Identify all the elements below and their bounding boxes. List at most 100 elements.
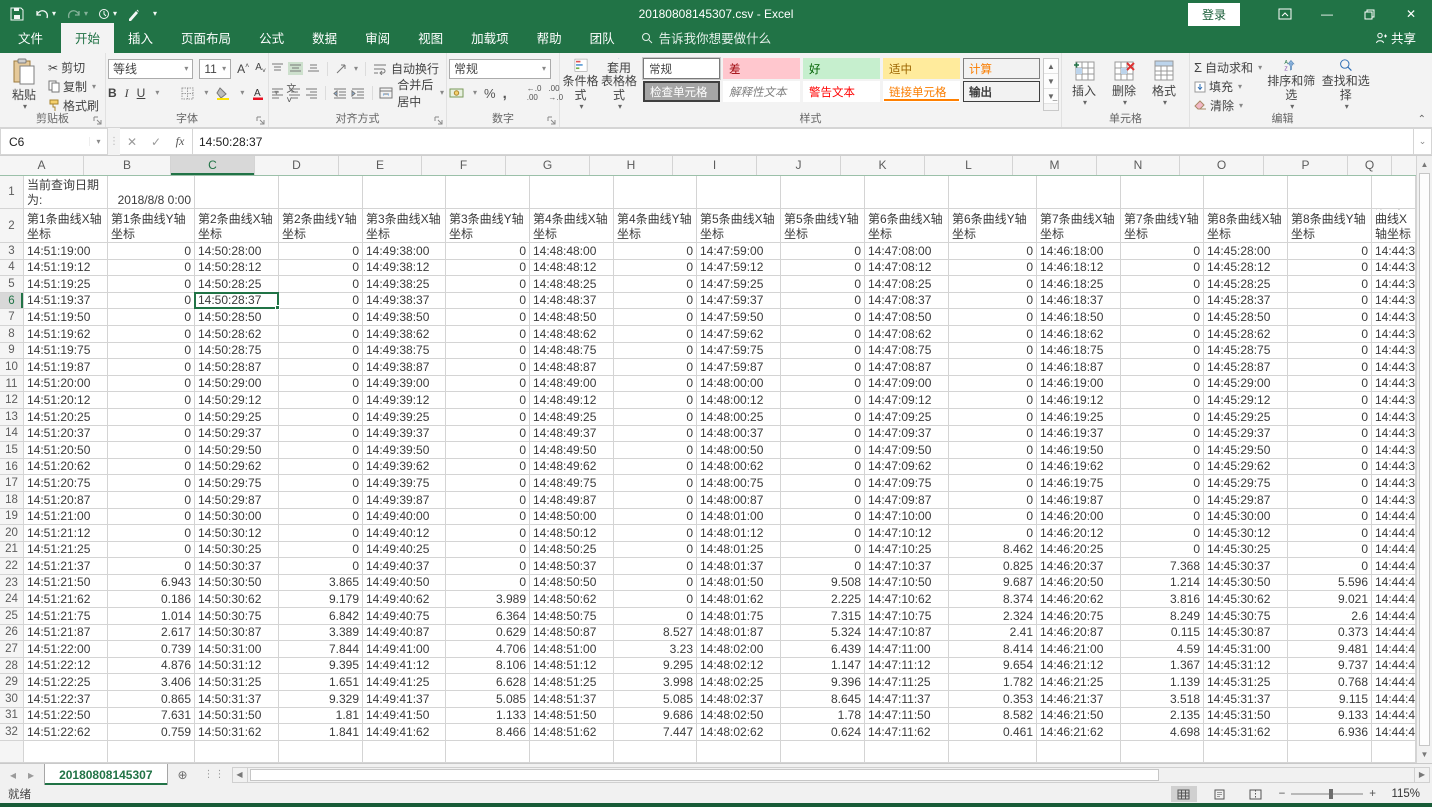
font-color-icon[interactable]: A [252,87,264,100]
cell[interactable] [1372,741,1416,762]
cell[interactable] [279,176,363,208]
cell[interactable]: 7.844 [279,641,363,657]
cell[interactable]: 14:51:21:87 [24,625,108,641]
cell[interactable]: 14:45:29:00 [1204,376,1288,392]
cell[interactable]: 14:51:20:62 [24,459,108,475]
cell[interactable]: 0 [108,525,195,541]
cell[interactable]: 14:47:11:00 [865,641,949,657]
cell[interactable] [697,741,781,762]
cell[interactable]: 14:48:49:12 [530,392,614,408]
cell[interactable]: 5.085 [614,691,697,707]
row-header-27[interactable]: 27 [0,641,24,657]
cell[interactable]: 第6条曲线X轴坐标 [865,209,949,242]
style-warning[interactable]: 警告文本 [803,81,880,102]
cell[interactable]: 14:46:21:37 [1037,691,1121,707]
cell[interactable]: 0 [446,525,530,541]
cell[interactable]: 14:48:00:12 [697,392,781,408]
cell[interactable]: 14:48:50:75 [530,608,614,624]
cell[interactable]: 0 [614,426,697,442]
cell[interactable]: 0 [446,243,530,259]
cell[interactable]: 0 [108,293,195,309]
cell[interactable]: 2.225 [781,591,865,607]
cell[interactable] [1204,176,1288,208]
row-header-32[interactable]: 32 [0,724,24,740]
cell[interactable]: 0 [614,558,697,574]
cell[interactable]: 14:50:31:00 [195,641,279,657]
cell[interactable]: 0 [949,243,1037,259]
cell[interactable]: 14:45:31:37 [1204,691,1288,707]
cell[interactable]: 8.414 [949,641,1037,657]
zoom-in-icon[interactable]: + [1369,788,1376,800]
column-header-P[interactable]: P [1264,156,1348,175]
row-header-6[interactable]: 6 [0,293,24,309]
cell[interactable]: 14:44:39:50 [1372,442,1416,458]
alignment-dialog-launcher[interactable] [434,115,444,125]
cell[interactable]: 14:48:50:12 [530,525,614,541]
cell[interactable]: 0 [108,475,195,491]
bold-button[interactable]: B [108,86,117,100]
fill-color-icon[interactable] [216,87,230,100]
number-format-combo[interactable]: 常规▾ [449,59,551,79]
merge-center-icon[interactable] [379,87,393,99]
cell[interactable]: 0 [614,509,697,525]
cell[interactable]: 14:50:31:50 [195,708,279,724]
cell[interactable]: 0 [1288,359,1372,375]
row-header-3[interactable]: 3 [0,243,24,259]
row-header-23[interactable]: 23 [0,575,24,591]
cell[interactable]: 0 [949,509,1037,525]
cell[interactable]: 14:44:41:00 [1372,641,1416,657]
cell[interactable]: 14:51:21:75 [24,608,108,624]
style-linked-cell[interactable]: 链接单元格 [883,81,960,102]
row-header-9[interactable]: 9 [0,343,24,359]
cell[interactable]: 14:46:19:75 [1037,475,1121,491]
cell[interactable]: 0 [614,475,697,491]
cell[interactable]: 0 [1288,293,1372,309]
row-header-5[interactable]: 5 [0,276,24,292]
cell[interactable]: 14:48:49:37 [530,426,614,442]
cell[interactable]: 0 [1288,276,1372,292]
scroll-down-icon[interactable]: ▼ [1417,746,1432,763]
cell[interactable]: 14:44:38:62 [1372,326,1416,342]
cell[interactable]: 14:45:28:00 [1204,243,1288,259]
cell[interactable]: 0 [279,442,363,458]
cell[interactable]: 14:50:30:25 [195,542,279,558]
find-select-button[interactable]: 查找和选择▾ [1319,55,1373,111]
cell[interactable]: 0 [781,492,865,508]
cell[interactable]: 14:46:21:62 [1037,724,1121,740]
cell[interactable]: 14:48:00:62 [697,459,781,475]
cell[interactable]: 14:49:40:12 [363,525,446,541]
cell[interactable]: 9.133 [1288,708,1372,724]
cell[interactable]: 14:47:59:00 [697,243,781,259]
cell[interactable]: 3.518 [1121,691,1204,707]
cell[interactable]: 14:47:09:87 [865,492,949,508]
cell[interactable]: 0 [108,376,195,392]
horizontal-scroll-thumb[interactable] [250,769,1160,781]
cell[interactable] [781,176,865,208]
share-button[interactable]: 共享 [1359,23,1432,53]
cell[interactable]: 0 [614,591,697,607]
cell[interactable]: 14:45:28:87 [1204,359,1288,375]
cell[interactable]: 14:50:28:12 [195,260,279,276]
confirm-entry-icon[interactable]: ✓ [144,135,168,149]
cell[interactable]: 3.389 [279,625,363,641]
cell[interactable]: 0 [614,608,697,624]
row-header-11[interactable]: 11 [0,376,24,392]
cell[interactable]: 14:47:11:62 [865,724,949,740]
cell[interactable]: 5.596 [1288,575,1372,591]
cell[interactable]: 14:48:01:62 [697,591,781,607]
cell[interactable]: 7.631 [108,708,195,724]
cell[interactable]: 14:44:40:00 [1372,509,1416,525]
tell-me-search[interactable]: 告诉我你想要做什么 [629,23,784,53]
cell[interactable]: 0 [949,359,1037,375]
cell[interactable]: 1.78 [781,708,865,724]
cell[interactable]: 0 [1288,525,1372,541]
cell[interactable]: 0 [1121,260,1204,276]
cell[interactable]: 14:50:30:37 [195,558,279,574]
cell[interactable]: 0 [1288,558,1372,574]
cell[interactable]: 0 [1288,309,1372,325]
cell[interactable]: 0 [1121,309,1204,325]
cell[interactable]: 9.737 [1288,658,1372,674]
cell[interactable] [530,741,614,762]
cell[interactable]: 14:47:09:12 [865,392,949,408]
row-header-1[interactable]: 1 [0,176,24,208]
